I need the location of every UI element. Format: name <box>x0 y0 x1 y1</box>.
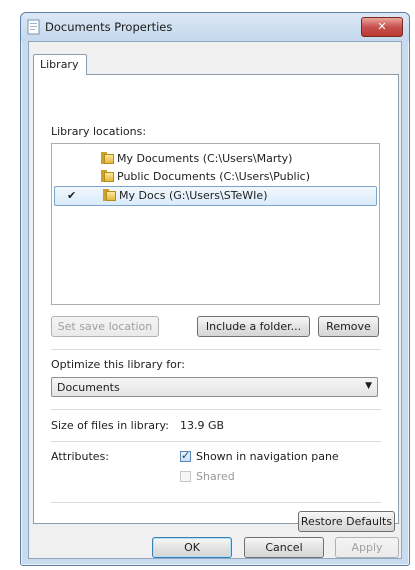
dialog-body: Library Library locations: My Documents … <box>28 41 402 559</box>
chevron-down-icon: ▼ <box>365 381 372 391</box>
restore-defaults-button[interactable]: Restore Defaults <box>298 511 395 532</box>
library-icon <box>27 19 40 35</box>
folder-icon <box>101 152 114 164</box>
library-locations-label: Library locations: <box>51 125 147 138</box>
shared-checkbox[interactable] <box>180 471 191 482</box>
default-save-check-icon: ✔ <box>67 189 77 202</box>
include-folder-button[interactable]: Include a folder... <box>197 316 310 337</box>
folder-icon <box>103 189 116 201</box>
attributes-label: Attributes: <box>51 450 110 463</box>
apply-button[interactable]: Apply <box>335 537 399 558</box>
size-label: Size of files in library: <box>51 419 169 432</box>
library-locations-list[interactable]: My Documents (C:\Users\Marty) Public Doc… <box>51 143 380 305</box>
tab-library[interactable]: Library <box>33 54 87 75</box>
location-path: My Docs (G:\Users\STeWIe) <box>119 189 268 202</box>
location-path: My Documents (C:\Users\Marty) <box>117 152 293 165</box>
ok-button[interactable]: OK <box>152 537 232 558</box>
divider <box>51 349 381 350</box>
tab-library-label: Library <box>40 58 79 71</box>
list-item[interactable]: My Documents (C:\Users\Marty) <box>53 150 378 168</box>
window-title: Documents Properties <box>45 20 173 34</box>
close-button[interactable]: ✕ <box>361 17 403 37</box>
folder-icon <box>101 170 114 182</box>
shown-in-navigation-label[interactable]: Shown in navigation pane <box>196 450 339 463</box>
optimize-select[interactable]: Documents ▼ <box>51 377 378 397</box>
remove-button[interactable]: Remove <box>318 316 379 337</box>
cancel-button[interactable]: Cancel <box>244 537 324 558</box>
list-item-selected[interactable]: ✔ My Docs (G:\Users\STeWIe) <box>54 186 377 206</box>
divider <box>51 441 381 442</box>
properties-window: Documents Properties ✕ Library Library l… <box>20 12 410 566</box>
divider <box>51 502 381 503</box>
optimize-value: Documents <box>57 381 120 394</box>
title-bar[interactable]: Documents Properties ✕ <box>21 13 409 41</box>
shared-label: Shared <box>196 470 235 483</box>
size-value: 13.9 GB <box>180 419 225 432</box>
divider <box>51 409 381 410</box>
location-path: Public Documents (C:\Users\Public) <box>117 170 311 183</box>
shown-in-navigation-checkbox[interactable]: ✓ <box>180 449 191 462</box>
optimize-label: Optimize this library for: <box>51 358 185 371</box>
set-save-location-button[interactable]: Set save location <box>51 316 159 337</box>
close-icon: ✕ <box>377 20 387 33</box>
list-item[interactable]: Public Documents (C:\Users\Public) <box>53 168 378 186</box>
library-tab-panel: Library locations: My Documents (C:\User… <box>33 74 399 532</box>
checkmark-icon: ✓ <box>181 449 191 462</box>
